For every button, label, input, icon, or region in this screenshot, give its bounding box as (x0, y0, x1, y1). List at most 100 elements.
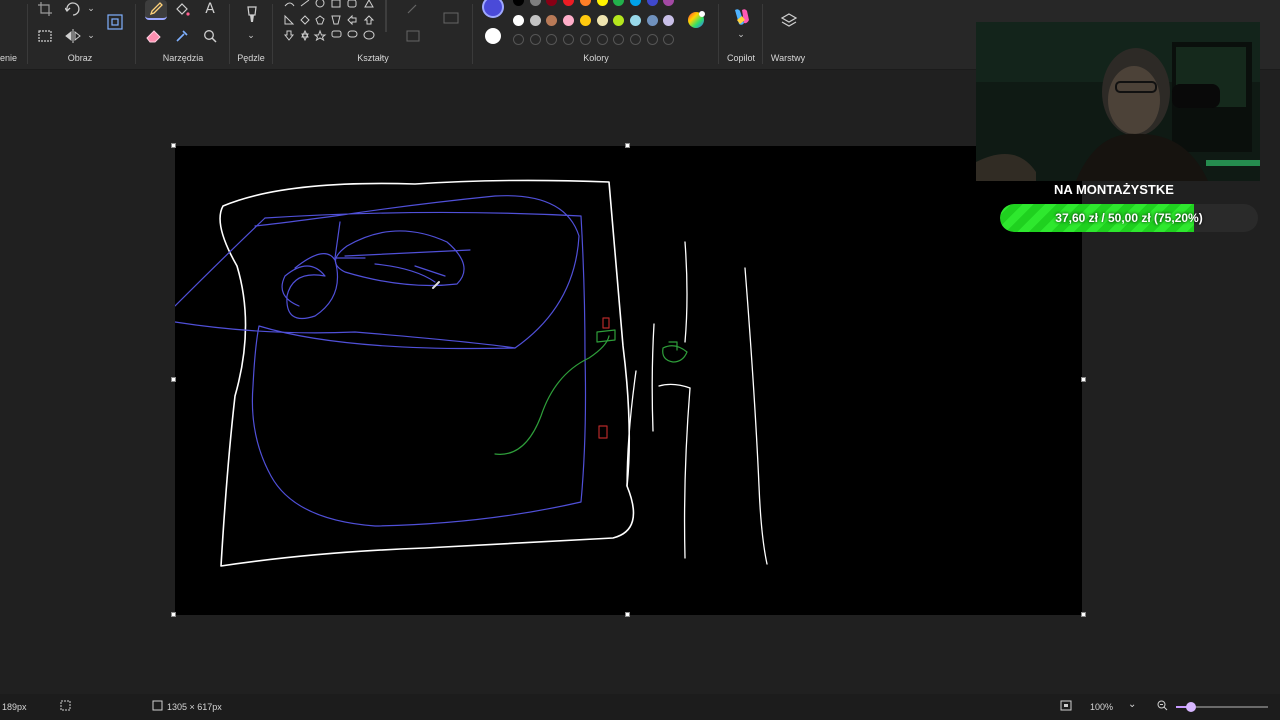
custom-color-slot[interactable] (613, 34, 625, 45)
white-stroke-6 (744, 267, 768, 565)
donation-goal-title: NA MONTAŻYSTKE (1054, 182, 1174, 197)
red-mark-1 (602, 317, 610, 329)
fit-to-window-icon[interactable] (1060, 700, 1072, 713)
color-swatch[interactable] (529, 0, 541, 6)
custom-color-slot[interactable] (529, 34, 541, 45)
color-swatch[interactable] (563, 0, 575, 6)
rotate-icon[interactable] (64, 0, 82, 18)
white-outline-stroke (219, 179, 635, 567)
zoom-slider-thumb[interactable] (1186, 702, 1196, 712)
canvas-drawing (175, 179, 768, 567)
resize-handle-bottom-left[interactable] (171, 612, 176, 617)
group-label-colors: Kolory (583, 53, 609, 63)
resize-handle-right[interactable] (1081, 377, 1086, 382)
shapes-gallery[interactable] (282, 0, 392, 50)
blue-diagonal (175, 217, 266, 307)
green-vehicle-2 (662, 341, 688, 363)
group-label-layers: Warstwy (770, 53, 806, 63)
white-stroke-4 (683, 387, 691, 559)
color-swatch[interactable] (646, 0, 658, 6)
donation-goal-bar: 37,60 zł / 50,00 zł (75,20%) (1000, 204, 1258, 232)
custom-color-slot[interactable] (513, 34, 524, 45)
zoom-dropdown-chevron-icon[interactable]: ⌄ (1128, 699, 1136, 710)
eraser-icon[interactable] (145, 27, 163, 45)
color-swatch[interactable] (596, 15, 608, 26)
custom-color-slot[interactable] (663, 34, 675, 45)
custom-color-slot[interactable] (563, 34, 575, 45)
chevron-down-icon[interactable]: ⌄ (242, 27, 260, 45)
white-stroke-5 (658, 383, 691, 389)
blue-outer-loop (251, 195, 587, 527)
color-swatch[interactable] (613, 0, 625, 6)
color-swatch[interactable] (646, 15, 658, 26)
color-swatch[interactable] (629, 0, 641, 6)
magnifier-icon[interactable] (201, 27, 219, 45)
custom-color-slot[interactable] (646, 34, 658, 45)
color-swatch[interactable] (563, 15, 575, 26)
chevron-down-icon[interactable]: ⌄ (732, 26, 750, 44)
custom-color-slot[interactable] (579, 34, 591, 45)
white-stroke-1 (651, 323, 655, 432)
custom-color-slot[interactable] (546, 34, 558, 45)
layers-icon[interactable] (780, 12, 798, 30)
canvas-size: 1305 × 617px (167, 702, 222, 712)
edit-colors-icon[interactable] (686, 10, 706, 30)
copilot-icon[interactable] (730, 6, 752, 28)
fill-bucket-icon[interactable] (173, 0, 191, 18)
resize-handle-bottom[interactable] (625, 612, 630, 617)
color-swatch[interactable] (579, 0, 591, 6)
color-swatch[interactable] (663, 0, 675, 6)
canvas-size-icon (152, 700, 163, 713)
color-swatch[interactable] (579, 15, 591, 26)
color-swatch[interactable] (546, 15, 558, 26)
blue-horizontal (175, 321, 516, 349)
color-picker-icon[interactable] (173, 27, 191, 45)
cursor-position: 189px (2, 702, 27, 712)
custom-color-slot[interactable] (629, 34, 641, 45)
shape-fill-icon[interactable] (442, 9, 460, 27)
group-label-brushes: Pędzle (237, 53, 265, 63)
shape-outline-icon[interactable] (404, 0, 422, 18)
resize-icon[interactable] (106, 13, 124, 31)
resize-handle-left[interactable] (171, 377, 176, 382)
webcam-image (976, 22, 1260, 181)
green-path-stroke (494, 335, 610, 455)
text-icon[interactable]: A (201, 0, 219, 18)
pencil-icon[interactable] (145, 0, 167, 20)
group-label-selection: enie (0, 53, 18, 63)
line-width-icon[interactable] (404, 27, 422, 45)
resize-handle-top-left[interactable] (171, 143, 176, 148)
primary-color-swatch[interactable] (482, 0, 504, 18)
red-mark-2 (598, 425, 608, 439)
color-swatch[interactable] (663, 15, 675, 26)
green-vehicle-1 (596, 329, 616, 343)
drawing-canvas[interactable] (175, 146, 1082, 615)
zoom-out-icon[interactable] (1157, 700, 1168, 713)
select-all-icon[interactable] (36, 27, 54, 45)
zoom-slider[interactable] (1176, 702, 1268, 712)
custom-color-slot[interactable] (596, 34, 608, 45)
flip-icon[interactable] (64, 27, 82, 45)
color-swatch[interactable] (513, 0, 524, 6)
crop-icon[interactable] (36, 0, 54, 18)
color-swatch[interactable] (629, 15, 641, 26)
group-label-image: Obraz (67, 53, 93, 63)
chevron-down-icon[interactable]: ⌄ (82, 27, 100, 45)
zoom-value[interactable]: 100% (1090, 702, 1113, 712)
color-swatch[interactable] (613, 15, 625, 26)
white-stroke-3 (684, 241, 688, 343)
webcam-feed (976, 22, 1260, 181)
secondary-color-swatch[interactable] (485, 28, 501, 44)
chevron-down-icon[interactable]: ⌄ (82, 0, 100, 18)
color-swatch[interactable] (529, 15, 541, 26)
status-bar: 189px 1305 × 617px 100% ⌄ (0, 694, 1280, 720)
color-swatch[interactable] (546, 0, 558, 6)
donation-goal-text: 37,60 zł / 50,00 zł (75,20%) (1055, 211, 1203, 225)
color-swatch[interactable] (513, 15, 524, 26)
group-label-copilot: Copilot (726, 53, 755, 63)
resize-handle-top[interactable] (625, 143, 630, 148)
brush-icon[interactable] (242, 5, 262, 25)
resize-handle-bottom-right[interactable] (1081, 612, 1086, 617)
group-label-shapes: Kształty (357, 53, 389, 63)
color-swatch[interactable] (596, 0, 608, 6)
